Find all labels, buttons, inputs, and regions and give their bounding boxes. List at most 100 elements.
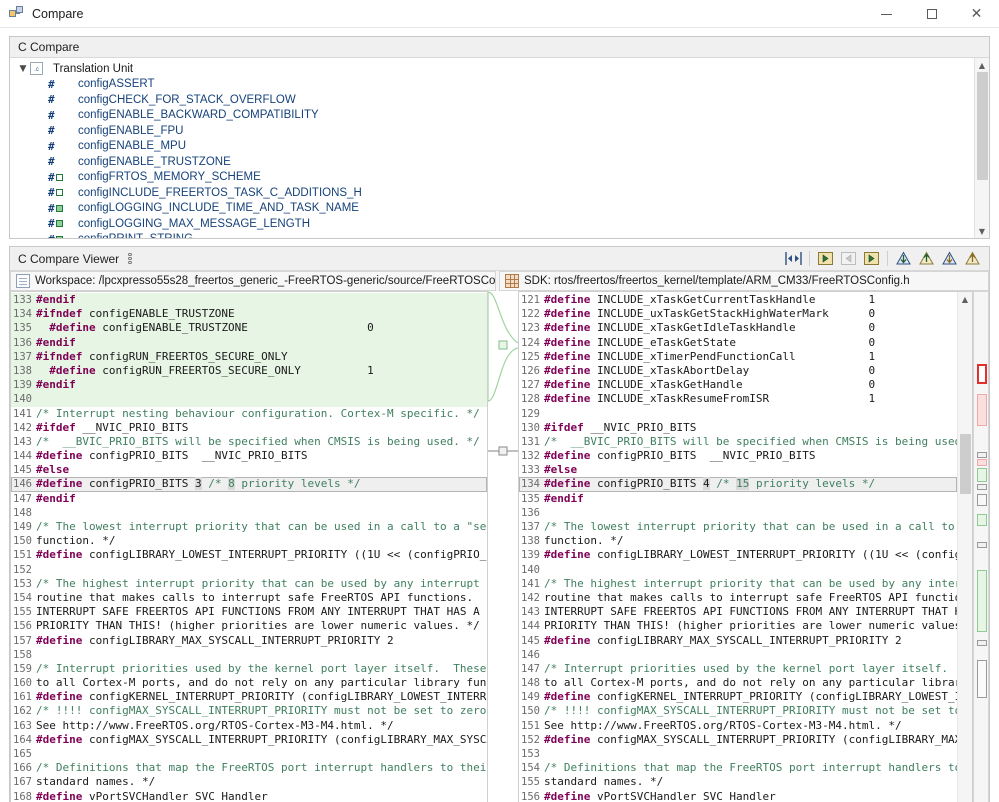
copy-all-right-icon[interactable]	[838, 249, 859, 269]
code-line[interactable]: 152	[11, 563, 487, 577]
close-button[interactable]: ✕	[954, 0, 999, 28]
code-line[interactable]: 145 #else	[11, 463, 487, 477]
code-line[interactable]: 147 /* Interrupt priorities used by the k…	[519, 662, 957, 676]
tree-vertical-scrollbar[interactable]: ▲ ▼	[974, 58, 989, 238]
tree-item-7[interactable]: # configINCLUDE_FREERTOS_TASK_C_ADDITIONS…	[10, 185, 974, 201]
overview-ruler[interactable]	[973, 291, 989, 802]
code-line[interactable]: 122 #define INCLUDE_uxTaskGetStackHighWat…	[519, 307, 957, 321]
code-line[interactable]: 142 routine that makes calls to interrupt…	[519, 591, 957, 605]
code-line[interactable]: 130 #ifdef __NVIC_PRIO_BITS	[519, 421, 957, 435]
code-line[interactable]: 155 standard names. */	[519, 775, 957, 789]
code-line[interactable]: 124 #define INCLUDE_eTaskGetState 0	[519, 336, 957, 350]
code-line[interactable]: 154 routine that makes calls to interrupt…	[11, 591, 487, 605]
code-line[interactable]: 149 #define configKERNEL_INTERRUPT_PRIORI…	[519, 690, 957, 704]
scroll-up-icon[interactable]: ▲	[975, 58, 990, 72]
code-line[interactable]: 144 PRIORITY THAN THIS! (higher prioritie…	[519, 619, 957, 633]
copy-all-left-icon[interactable]	[815, 249, 836, 269]
code-line[interactable]: 159 /* Interrupt priorities used by the k…	[11, 662, 487, 676]
code-line[interactable]: 154 /* Definitions that map the FreeRTOS …	[519, 761, 957, 775]
code-line[interactable]: 148	[11, 506, 487, 520]
code-line[interactable]: 156 PRIORITY THAN THIS! (higher prioritie…	[11, 619, 487, 633]
code-line[interactable]: 146 #define configPRIO_BITS 3 /* 8 priori…	[11, 477, 487, 492]
code-line[interactable]: 140	[11, 392, 487, 407]
code-line[interactable]: 146	[519, 648, 957, 662]
right-vertical-scrollbar[interactable]: ▲ ▼	[957, 292, 972, 802]
code-line[interactable]: 138 #define configRUN_FREERTOS_SECURE_ON…	[11, 363, 487, 379]
code-line[interactable]: 166 /* Definitions that map the FreeRTOS …	[11, 761, 487, 775]
tree-item-6[interactable]: # configFRTOS_MEMORY_SCHEME	[10, 170, 974, 186]
left-code-box[interactable]: 133 #endif 134 #ifndef configENABLE_TRUSTZO…	[10, 291, 488, 802]
right-code-lines[interactable]: 121 #define INCLUDE_xTaskGetCurrentTaskHa…	[519, 292, 957, 802]
right-code-scroll[interactable]: 121 #define INCLUDE_xTaskGetCurrentTaskHa…	[519, 292, 957, 802]
scroll-down-icon[interactable]: ▼	[975, 224, 990, 238]
tree-item-8[interactable]: # configLOGGING_INCLUDE_TIME_AND_TASK_NAM…	[10, 201, 974, 217]
code-line[interactable]: 150 function. */	[11, 534, 487, 548]
minimize-button[interactable]	[864, 0, 909, 28]
left-code-scroll[interactable]: 133 #endif 134 #ifndef configENABLE_TRUSTZO…	[11, 292, 487, 802]
code-line[interactable]: 143 /* __BVIC_PRIO_BITS will be specified…	[11, 435, 487, 449]
code-line[interactable]: 121 #define INCLUDE_xTaskGetCurrentTaskHa…	[519, 293, 957, 307]
tree-scroll-track[interactable]	[975, 72, 990, 224]
code-line[interactable]: 139 #define configLIBRARY_LOWEST_INTERRUP…	[519, 548, 957, 562]
code-line[interactable]: 141 /* The highest interrupt priority tha…	[519, 577, 957, 591]
code-line[interactable]: 143 INTERRUPT SAFE FREERTOS API FUNCTIONS…	[519, 605, 957, 619]
scroll-up-icon[interactable]: ▲	[958, 292, 973, 306]
code-line[interactable]: 160 to all Cortex-M ports, and do not rel…	[11, 676, 487, 690]
code-line[interactable]: 125 #define INCLUDE_xTimerPendFunctionCal…	[519, 350, 957, 364]
code-line[interactable]: 150 /* !!!! configMAX_SYSCALL_INTERRUPT_P…	[519, 704, 957, 718]
code-line[interactable]: 167 standard names. */	[11, 775, 487, 789]
code-line[interactable]: 136 #endif	[11, 335, 487, 350]
tree-item-4[interactable]: # configENABLE_MPU	[10, 139, 974, 155]
code-line[interactable]: 142 #ifdef __NVIC_PRIO_BITS	[11, 421, 487, 435]
left-code-lines[interactable]: 133 #endif 134 #ifndef configENABLE_TRUSTZO…	[11, 292, 487, 802]
code-line[interactable]: 152 #define configMAX_SYSCALL_INTERRUPT_P…	[519, 733, 957, 747]
right-vscroll-thumb[interactable]	[959, 434, 971, 494]
code-line[interactable]: 134 #ifndef configENABLE_TRUSTZONE	[11, 307, 487, 322]
code-line[interactable]: 155 INTERRUPT SAFE FREERTOS API FUNCTIONS…	[11, 605, 487, 619]
code-line[interactable]: 145 #define configLIBRARY_MAX_SYSCALL_INT…	[519, 634, 957, 648]
view-menu-icon[interactable]	[128, 253, 133, 264]
code-line[interactable]: 137 #ifndef configRUN_FREERTOS_SECURE_ONL…	[11, 349, 487, 364]
right-pane-title[interactable]: SDK: rtos/freertos/freertos_kernel/templ…	[499, 271, 989, 291]
code-line[interactable]: 131 /* __BVIC_PRIO_BITS will be specified…	[519, 435, 957, 449]
copy-current-left-icon[interactable]	[861, 249, 882, 269]
code-line[interactable]: 129	[519, 407, 957, 421]
code-line[interactable]: 137 /* The lowest interrupt priority that…	[519, 520, 957, 534]
tree-root-translation-unit[interactable]: ▼ .c Translation Unit	[10, 61, 974, 77]
tree-item-1[interactable]: # configCHECK_FOR_STACK_OVERFLOW	[10, 92, 974, 108]
code-line[interactable]: 153	[519, 747, 957, 761]
code-line[interactable]: 132 #define configPRIO_BITS __NVIC_PRIO_B…	[519, 449, 957, 463]
left-pane-title[interactable]: Workspace: /lpcxpresso55s28_freertos_gen…	[10, 271, 496, 291]
code-line[interactable]: 164 #define configMAX_SYSCALL_INTERRUPT_P…	[11, 733, 487, 747]
code-line[interactable]: 140	[519, 563, 957, 577]
maximize-button[interactable]	[909, 0, 954, 28]
code-line[interactable]: 163 See http://www.FreeRTOS.org/RTOS-Cort…	[11, 719, 487, 733]
tree-item-3[interactable]: # configENABLE_FPU	[10, 123, 974, 139]
code-line[interactable]: 134 #define configPRIO_BITS 4 /* 15 prior…	[519, 477, 957, 492]
tree-item-9[interactable]: # configLOGGING_MAX_MESSAGE_LENGTH	[10, 216, 974, 232]
code-line[interactable]: 138 function. */	[519, 534, 957, 548]
code-line[interactable]: 136	[519, 506, 957, 520]
code-line[interactable]: 144 #define configPRIO_BITS __NVIC_PRIO_B…	[11, 449, 487, 463]
code-line[interactable]: 141 /* Interrupt nesting behaviour config…	[11, 407, 487, 421]
tree-scroll-thumb[interactable]	[976, 72, 988, 180]
code-line[interactable]: 165	[11, 747, 487, 761]
translation-unit-tree[interactable]: ▼ .c Translation Unit # configASSERT # conf…	[10, 58, 989, 238]
tree-item-5[interactable]: # configENABLE_TRUSTZONE	[10, 154, 974, 170]
code-line[interactable]: 156 #define vPortSVCHandler SVC_Handler	[519, 790, 957, 802]
code-line[interactable]: 157 #define configLIBRARY_MAX_SYSCALL_INT…	[11, 634, 487, 648]
code-line[interactable]: 162 /* !!!! configMAX_SYSCALL_INTERRUPT_P…	[11, 704, 487, 718]
code-line[interactable]: 133 #endif	[11, 293, 487, 308]
code-line[interactable]: 135 #define configENABLE_TRUSTZONE 0	[11, 321, 487, 336]
code-line[interactable]: 151 #define configLIBRARY_LOWEST_INTERRUP…	[11, 548, 487, 562]
code-line[interactable]: 151 See http://www.FreeRTOS.org/RTOS-Cort…	[519, 719, 957, 733]
two-way-compare-icon[interactable]	[783, 249, 804, 269]
code-line[interactable]: 158	[11, 648, 487, 662]
code-line[interactable]: 123 #define INCLUDE_xTaskGetIdleTaskHandl…	[519, 321, 957, 335]
next-change-icon[interactable]	[939, 249, 960, 269]
code-line[interactable]: 147 #endif	[11, 492, 487, 506]
code-line[interactable]: 161 #define configKERNEL_INTERRUPT_PRIORI…	[11, 690, 487, 704]
tree-list[interactable]: ▼ .c Translation Unit # configASSERT # conf…	[10, 58, 974, 238]
tree-item-0[interactable]: # configASSERT	[10, 77, 974, 93]
code-line[interactable]: 149 /* The lowest interrupt priority that…	[11, 520, 487, 534]
